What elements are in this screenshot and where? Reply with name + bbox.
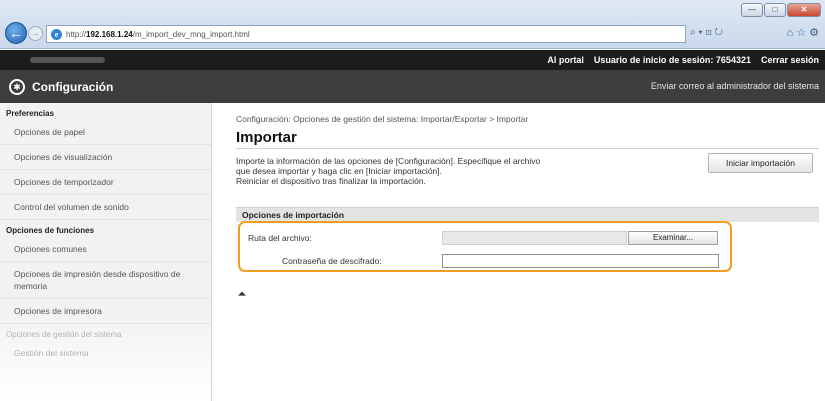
sidebar-item-system-management[interactable]: Gestión del sistema bbox=[0, 341, 211, 365]
main-content: Configuración: Opciones de gestión del s… bbox=[232, 103, 825, 401]
forward-arrow-icon[interactable]: → bbox=[28, 26, 43, 41]
home-icon[interactable]: ⌂ ☆ ⚙ bbox=[787, 26, 819, 39]
gear-icon: ✱ bbox=[9, 79, 25, 95]
file-path-label: Ruta del archivo: bbox=[248, 233, 312, 243]
url-text: http://192.168.1.24/m_import_dev_mng_imp… bbox=[66, 29, 250, 39]
page-section-title: Configuración bbox=[32, 80, 114, 94]
window-controls: — □ ✕ bbox=[741, 3, 821, 17]
sidebar-item-printer[interactable]: Opciones de impresora bbox=[0, 299, 211, 324]
settings-header: ✱ Configuración Enviar correo al adminis… bbox=[0, 70, 825, 103]
minimize-button[interactable]: — bbox=[741, 3, 763, 17]
description-line-1: Importe la información de las opciones d… bbox=[236, 156, 541, 166]
description-line-2: que desea importar y haga clic en [Inici… bbox=[236, 166, 442, 176]
sidebar-item-memory-print[interactable]: Opciones de impresión desde dispositivo … bbox=[0, 262, 211, 299]
sidebar: Preferencias Opciones de papel Opciones … bbox=[0, 103, 212, 401]
page-title: Importar bbox=[236, 129, 297, 146]
decryption-password-label: Contraseña de descifrado: bbox=[282, 256, 382, 266]
top-bar: Al portal Usuario de inicio de sesión: 7… bbox=[0, 50, 825, 70]
sidebar-section-functions: Opciones de funciones bbox=[6, 226, 95, 235]
home-favorites-tools[interactable]: ⌂ ☆ ⚙ bbox=[787, 26, 819, 39]
close-window-button[interactable]: ✕ bbox=[787, 3, 821, 17]
device-name-redacted bbox=[30, 57, 105, 63]
back-arrow-icon[interactable]: ← bbox=[5, 22, 27, 44]
back-to-top-icon[interactable]: ⏶ bbox=[238, 289, 246, 300]
login-label: Usuario de inicio de sesión: 7654321 bbox=[593, 55, 751, 65]
browser-page-icon: e bbox=[51, 28, 62, 40]
sidebar-item-display[interactable]: Opciones de visualización bbox=[0, 145, 211, 170]
search-refresh-icons[interactable]: ⌕ ▾ ⊡ ↻ bbox=[690, 27, 723, 38]
sidebar-item-volume[interactable]: Control del volumen de sonido bbox=[0, 195, 211, 220]
sidebar-section-system[interactable]: Opciones de gestión del sistema bbox=[0, 324, 211, 341]
sidebar-section-preferences: Preferencias bbox=[6, 109, 55, 118]
start-import-button[interactable]: Iniciar importación bbox=[708, 153, 813, 173]
file-path-field bbox=[442, 231, 627, 245]
title-divider bbox=[236, 148, 819, 149]
address-bar[interactable]: e http://192.168.1.24/m_import_dev_mng_i… bbox=[46, 25, 686, 43]
breadcrumb: Configuración: Opciones de gestión del s… bbox=[236, 114, 529, 124]
sidebar-item-timer[interactable]: Opciones de temporizador bbox=[0, 170, 211, 195]
browse-button[interactable]: Examinar... bbox=[628, 231, 718, 245]
portal-link[interactable]: Al portal bbox=[547, 55, 584, 65]
maximize-button[interactable]: □ bbox=[764, 3, 786, 17]
decryption-password-input[interactable] bbox=[442, 254, 719, 268]
description-line-3: Reiniciar el dispositivo tras finalizar … bbox=[236, 176, 426, 186]
logout-link[interactable]: Cerrar sesión bbox=[761, 55, 819, 65]
browser-toolbar: — □ ✕ ← → e http://192.168.1.24/m_import… bbox=[0, 0, 825, 49]
sidebar-item-paper[interactable]: Opciones de papel bbox=[0, 120, 211, 145]
mail-admin-link[interactable]: Enviar correo al administrador del siste… bbox=[651, 81, 819, 91]
sidebar-item-common[interactable]: Opciones comunes bbox=[0, 237, 211, 262]
search-icon[interactable]: ⌕ ▾ ⊡ ↻ bbox=[690, 27, 723, 38]
import-options-header: Opciones de importación bbox=[236, 207, 819, 222]
description: Importe la información de las opciones d… bbox=[236, 156, 656, 186]
